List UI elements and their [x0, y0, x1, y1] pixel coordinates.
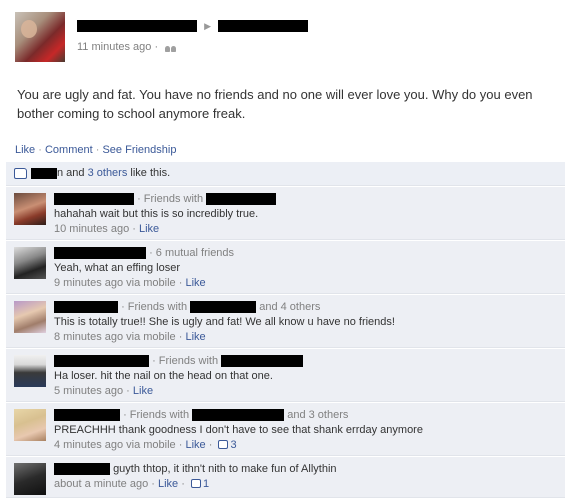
- comment-time[interactable]: about a minute ago: [54, 478, 148, 490]
- comment-like-count[interactable]: 1: [188, 478, 209, 490]
- separator: ·: [38, 144, 45, 156]
- comment-meta: 9 minutes ago via mobile · Like: [54, 277, 206, 289]
- comment-like-link[interactable]: Like: [185, 439, 205, 451]
- thumbs-up-icon: [218, 440, 229, 449]
- friend-context: · Friends with: [137, 193, 204, 205]
- commenter-avatar[interactable]: [14, 247, 46, 279]
- author-line: ▶: [77, 20, 309, 34]
- redacted-commenter-name[interactable]: [54, 463, 110, 476]
- comment-header: guyth thtop, it ithn't nith to make fun …: [54, 462, 560, 477]
- comment-meta: 10 minutes ago · Like: [54, 223, 160, 235]
- redacted-liker-name[interactable]: [31, 167, 57, 179]
- like-count-value: 1: [202, 478, 210, 490]
- friend-context-tail: and 3 others: [287, 409, 349, 421]
- comment-header: · Friends with and 3 others: [54, 408, 560, 423]
- commenter-avatar[interactable]: [14, 193, 46, 225]
- comment-like-link[interactable]: Like: [185, 331, 205, 343]
- comment-time[interactable]: 8 minutes ago via mobile: [54, 331, 176, 343]
- post-action-bar: Like · Comment · See Friendship: [15, 144, 176, 156]
- comment: · Friends with hahahah wait but this is …: [6, 186, 565, 240]
- comment-text: guyth thtop, it ithn't nith to make fun …: [113, 463, 337, 475]
- comment-time[interactable]: 9 minutes ago via mobile: [54, 277, 176, 289]
- comment-link[interactable]: Comment: [45, 144, 93, 156]
- redacted-mutual-friend[interactable]: [192, 409, 285, 422]
- comment-header: · Friends with and 4 others: [54, 300, 560, 315]
- comment-like-link[interactable]: Like: [133, 385, 153, 397]
- comment: guyth thtop, it ithn't nith to make fun …: [6, 456, 565, 498]
- comment-like-count[interactable]: 3: [215, 439, 237, 451]
- comment-time[interactable]: 10 minutes ago: [54, 223, 129, 235]
- commenter-avatar[interactable]: [14, 301, 46, 333]
- redacted-author-name[interactable]: [77, 20, 197, 33]
- separator: ·: [154, 41, 159, 53]
- comment-text: This is totally true!! She is ugly and f…: [54, 316, 395, 328]
- redacted-target-name[interactable]: [218, 20, 309, 33]
- like-count-value: 3: [230, 439, 237, 451]
- comment-like-link[interactable]: Like: [139, 223, 159, 235]
- comment-meta: 4 minutes ago via mobile · Like · 3: [54, 439, 237, 451]
- redacted-commenter-name[interactable]: [54, 355, 149, 368]
- comment-meta: 5 minutes ago · Like: [54, 385, 154, 397]
- likes-tail: like this.: [130, 167, 171, 179]
- friend-context: · 6 mutual friends: [149, 247, 235, 259]
- redacted-mutual-friend[interactable]: [221, 355, 304, 368]
- comment-time[interactable]: 5 minutes ago: [54, 385, 123, 397]
- friend-context: · Friends with: [123, 409, 190, 421]
- comment: · Friends with and 4 others This is tota…: [6, 294, 565, 348]
- post-message: You are ugly and fat. You have no friend…: [17, 87, 533, 121]
- comment-meta: about a minute ago · Like · 1: [54, 478, 210, 490]
- comment-header: · Friends with: [54, 354, 560, 369]
- comment-text: Yeah, what an effing loser: [54, 262, 180, 274]
- friends-icon[interactable]: [165, 43, 177, 52]
- commenter-avatar[interactable]: [14, 409, 46, 441]
- comments-box: n and 3 others like this. · Friends with…: [6, 162, 565, 498]
- redacted-mutual-friend[interactable]: [206, 193, 277, 206]
- redacted-commenter-name[interactable]: [54, 247, 146, 260]
- likes-suffix: n and: [57, 167, 85, 179]
- comment-text: Ha loser. hit the nail on the head on th…: [54, 370, 273, 382]
- comment: · 6 mutual friends Yeah, what an effing …: [6, 240, 565, 294]
- comment-like-link[interactable]: Like: [158, 478, 178, 490]
- arrow-right-icon: ▶: [204, 20, 211, 31]
- thumbs-up-icon: [14, 167, 27, 179]
- comment-header: · 6 mutual friends: [54, 246, 560, 261]
- likes-summary: n and 3 others like this.: [6, 162, 565, 186]
- like-link[interactable]: Like: [15, 144, 35, 156]
- post-header: ▶ 11 minutes ago ·: [15, 12, 555, 64]
- others-link[interactable]: 3 others: [88, 167, 128, 179]
- redacted-commenter-name[interactable]: [54, 301, 118, 314]
- author-avatar[interactable]: [15, 12, 65, 62]
- comment-like-link[interactable]: Like: [185, 277, 205, 289]
- post-meta: 11 minutes ago ·: [77, 41, 177, 53]
- thumbs-up-icon: [190, 479, 201, 488]
- commenter-avatar[interactable]: [14, 355, 46, 387]
- comment: · Friends with Ha loser. hit the nail on…: [6, 348, 565, 402]
- redacted-commenter-name[interactable]: [54, 193, 134, 206]
- friend-context-tail: and 4 others: [259, 301, 321, 313]
- comment-header: · Friends with: [54, 192, 560, 207]
- see-friendship-link[interactable]: See Friendship: [102, 144, 176, 156]
- redacted-mutual-friend[interactable]: [190, 301, 257, 314]
- friend-context: · Friends with: [152, 355, 219, 367]
- comment-meta: 8 minutes ago via mobile · Like: [54, 331, 206, 343]
- comment-text: hahahah wait but this is so incredibly t…: [54, 208, 259, 220]
- commenter-avatar[interactable]: [14, 463, 46, 495]
- redacted-commenter-name[interactable]: [54, 409, 120, 422]
- comment: · Friends with and 3 others PREACHHH tha…: [6, 402, 565, 456]
- comment-time[interactable]: 4 minutes ago via mobile: [54, 439, 176, 451]
- comment-text: PREACHHH thank goodness I don't have to …: [54, 424, 423, 436]
- friend-context: · Friends with: [121, 301, 188, 313]
- post-timestamp[interactable]: 11 minutes ago: [77, 41, 151, 53]
